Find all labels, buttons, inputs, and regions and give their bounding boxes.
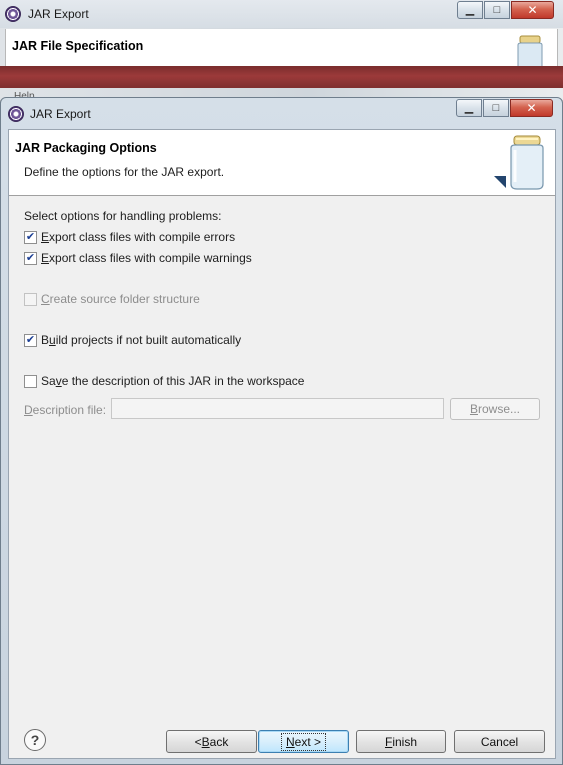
export-warnings-label: Export class files with compile warnings	[41, 251, 252, 265]
build-projects-option[interactable]: ✔ Build projects if not built automatica…	[24, 332, 241, 348]
description-file-input	[111, 398, 444, 419]
window-controls: ▁ □ ✕	[456, 99, 553, 117]
build-projects-label: Build projects if not built automaticall…	[41, 333, 242, 347]
background-close-button[interactable]: ✕	[511, 1, 554, 19]
background-window-title: JAR Export	[28, 7, 89, 21]
export-warnings-option[interactable]: ✔ Export class files with compile warnin…	[24, 250, 252, 266]
background-banner-title: JAR File Specification	[12, 39, 144, 53]
save-description-checkbox[interactable]	[24, 374, 37, 388]
finish-button[interactable]: Finish	[356, 730, 446, 753]
dialog-title: JAR Export	[30, 107, 91, 121]
eclipse-app-icon	[8, 106, 24, 122]
cancel-button[interactable]: Cancel	[454, 730, 545, 753]
background-window: JAR Export ▁ □ ✕ JAR File Specification …	[0, 0, 563, 100]
wizard-page-description: Define the options for the JAR export.	[24, 165, 225, 179]
background-banner: JAR File Specification	[5, 29, 558, 73]
dialog-titlebar[interactable]: JAR Export ▁ □ ✕	[1, 98, 562, 128]
background-minimize-button[interactable]: ▁	[457, 1, 483, 19]
browse-button: Browse...	[450, 398, 540, 420]
wizard-page-title: JAR Packaging Options	[15, 141, 157, 155]
export-warnings-checkbox[interactable]: ✔	[24, 251, 37, 265]
jar-icon	[494, 135, 544, 190]
dialog-body: JAR Packaging Options Define the options…	[8, 129, 556, 759]
help-icon[interactable]: ?	[24, 729, 46, 751]
description-file-label: Description file:	[24, 403, 107, 417]
next-button[interactable]: Next >	[258, 730, 349, 753]
jar-export-dialog: JAR Export ▁ □ ✕ JAR Packaging Options D…	[0, 97, 563, 765]
source-folder-checkbox	[24, 292, 37, 306]
save-description-label: Save the description of this JAR in the …	[41, 374, 305, 388]
source-folder-option: Create source folder structure	[24, 291, 200, 307]
background-window-controls: ▁ □ ✕	[457, 1, 554, 19]
export-errors-option[interactable]: ✔ Export class files with compile errors	[24, 229, 235, 245]
options-panel: Select options for handling problems: ✔ …	[9, 197, 555, 717]
save-description-option[interactable]: Save the description of this JAR in the …	[24, 373, 304, 389]
build-projects-checkbox[interactable]: ✔	[24, 333, 37, 347]
wizard-footer: ? < Back Next > Finish Cancel	[9, 720, 555, 758]
export-errors-checkbox[interactable]: ✔	[24, 230, 37, 244]
close-button[interactable]: ✕	[510, 99, 553, 117]
background-titlebar: JAR Export ▁ □ ✕	[0, 0, 563, 28]
export-errors-label: Export class files with compile errors	[41, 230, 236, 244]
background-maximize-button[interactable]: □	[484, 1, 510, 19]
wizard-header: JAR Packaging Options Define the options…	[9, 130, 555, 196]
problems-section-label: Select options for handling problems:	[24, 209, 222, 223]
overlapping-window-strip	[0, 66, 563, 88]
minimize-button[interactable]: ▁	[456, 99, 482, 117]
eclipse-app-icon	[5, 6, 21, 22]
back-button[interactable]: < Back	[166, 730, 257, 753]
source-folder-label: Create source folder structure	[41, 292, 200, 306]
maximize-button[interactable]: □	[483, 99, 509, 117]
